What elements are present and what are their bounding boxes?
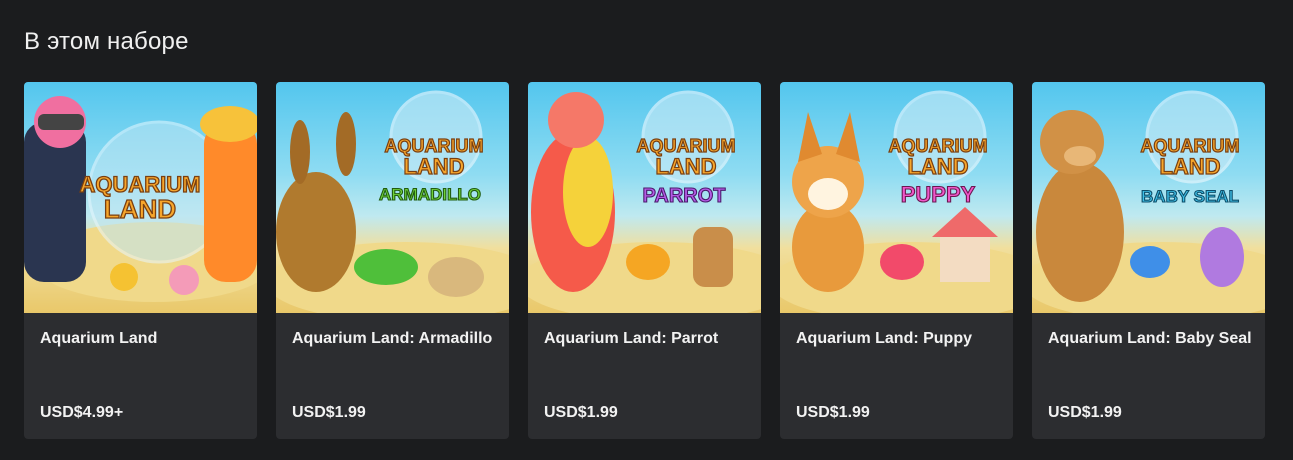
logo-text-2: LAND [403,154,464,179]
product-image[interactable]: AQUARIUM LAND PARROT [528,82,761,313]
product-price: USD$1.99 [544,404,618,421]
product-card-parrot[interactable]: AQUARIUM LAND PARROT Aquarium Land: Parr… [528,82,761,439]
product-card-baby-seal[interactable]: AQUARIUM LAND BABY SEAL Aquarium Land: B… [1032,82,1265,439]
product-title[interactable]: Aquarium Land: Armadillo [292,325,497,352]
logo-subtitle: BABY SEAL [1141,187,1239,206]
product-image[interactable]: AQUARIUM LAND ARMADILLO [276,82,509,313]
product-card-armadillo[interactable]: AQUARIUM LAND ARMADILLO Aquarium Land: A… [276,82,509,439]
product-image[interactable]: AQUARIUM LAND [24,82,257,313]
product-title[interactable]: Aquarium Land: Puppy [796,325,1001,352]
logo-text-2: LAND [907,154,968,179]
logo-text-2: LAND [1159,154,1220,179]
logo-text: AQUARIUM [1141,136,1240,156]
product-price: USD$4.99+ [40,404,124,421]
logo-subtitle: PARROT [643,185,726,207]
product-image[interactable]: AQUARIUM LAND PUPPY [780,82,1013,313]
product-title[interactable]: Aquarium Land [40,325,245,352]
logo-text: AQUARIUM [385,136,484,156]
product-price: USD$1.99 [292,404,366,421]
logo-text: AQUARIUM [637,136,736,156]
logo-subtitle: ARMADILLO [379,185,481,204]
product-card-puppy[interactable]: AQUARIUM LAND PUPPY Aquarium Land: Puppy… [780,82,1013,439]
product-price: USD$1.99 [1048,404,1122,421]
logo-text: AQUARIUM [889,136,988,156]
product-title[interactable]: Aquarium Land: Baby Seal [1048,325,1253,352]
section-title: В этом наборе [24,28,189,55]
logo-text-2: LAND [104,194,176,224]
product-list: AQUARIUM LAND Aquarium Land USD$4.99+ AQ… [24,82,1265,439]
product-price: USD$1.99 [796,404,870,421]
logo-subtitle: PUPPY [901,182,976,207]
logo-text-2: LAND [655,154,716,179]
product-title[interactable]: Aquarium Land: Parrot [544,325,749,352]
product-card-aquarium-land[interactable]: AQUARIUM LAND Aquarium Land USD$4.99+ [24,82,257,439]
product-image[interactable]: AQUARIUM LAND BABY SEAL [1032,82,1265,313]
